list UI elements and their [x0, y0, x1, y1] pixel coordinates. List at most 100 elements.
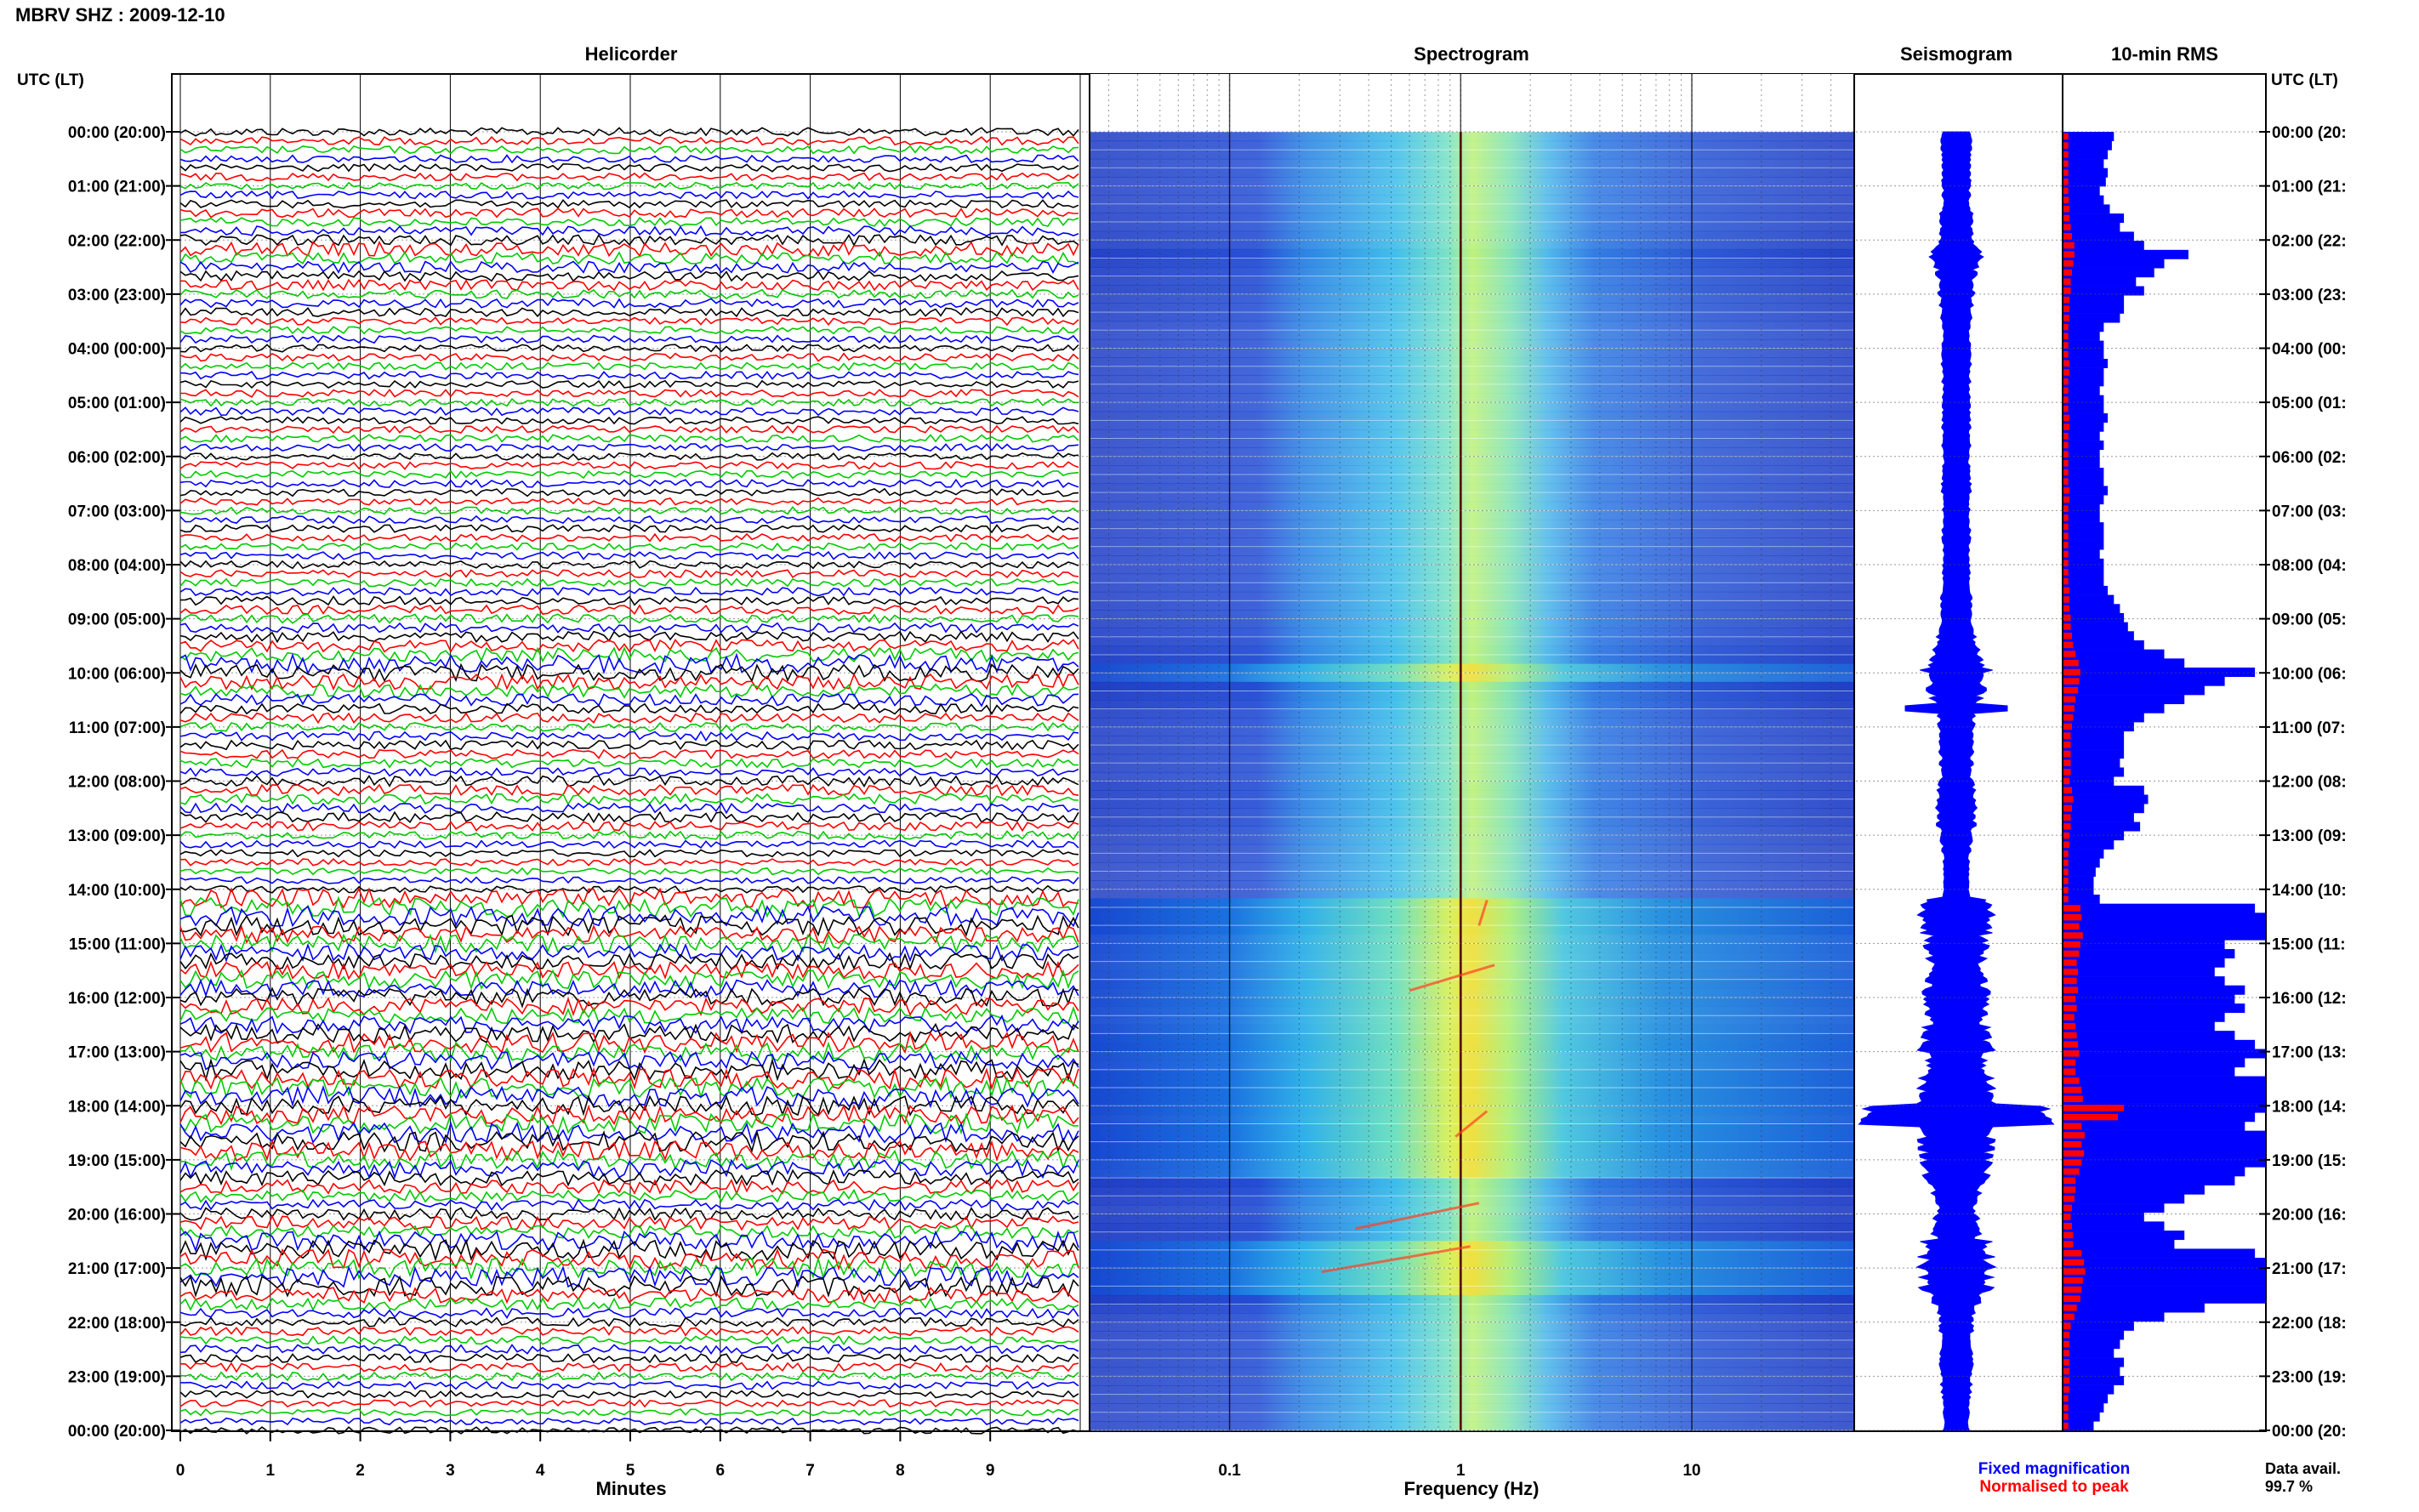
rms-fixed-bar [2063, 594, 2114, 605]
rms-normalised-bar [2063, 487, 2070, 494]
rms-normalised-bar [2063, 1214, 2071, 1220]
hour-label-right: 08:00 (04: [2272, 557, 2347, 575]
spectrogram-row [1090, 889, 1853, 899]
helicorder-trace [179, 334, 1079, 344]
spectrogram-row [1090, 1421, 1853, 1431]
helicorder-trace [179, 692, 1079, 708]
helicorder-trace [179, 673, 1079, 691]
rms-normalised-bar [2063, 651, 2076, 657]
hour-label-left: 23:00 (19:00) [68, 1368, 166, 1386]
rms-fixed-bar [2063, 1258, 2265, 1268]
spectrogram-row [1090, 537, 1853, 548]
helicorder-trace [179, 1076, 1079, 1100]
spectrogram-row [1090, 375, 1853, 385]
spectrogram-row [1090, 1249, 1853, 1260]
spectrogram-row [1090, 447, 1853, 458]
spectrogram-row [1090, 1384, 1853, 1395]
helicorder-trace [179, 586, 1079, 597]
spectrogram-panel: 0.1 1 10 [1090, 74, 1853, 1480]
helicorder-trace [179, 1066, 1079, 1091]
spectrogram-row [1090, 1186, 1853, 1197]
spectrogram-row [1090, 285, 1853, 295]
rms-fixed-bar [2063, 186, 2100, 196]
helicorder-trace [179, 767, 1079, 777]
helicorder-trace [179, 857, 1079, 867]
helicorder-trace [179, 630, 1079, 644]
hour-label-right: 18:00 (14: [2272, 1098, 2347, 1116]
rms-fixed-bar [2063, 821, 2141, 832]
helicorder-trace [179, 487, 1079, 497]
rms-normalised-bar [2063, 1123, 2082, 1130]
rms-normalised-bar [2063, 151, 2069, 158]
spectrogram-row [1090, 673, 1853, 683]
spectrogram-row [1090, 1412, 1853, 1422]
rms-fixed-bar [2063, 177, 2106, 187]
rms-fixed-bar [2063, 912, 2265, 923]
rms-normalised-bar [2063, 378, 2069, 385]
hour-label-right: 20:00 (16: [2272, 1207, 2347, 1225]
rms-normalised-bar [2063, 596, 2070, 603]
rms-normalised-bar [2063, 1231, 2074, 1239]
spectrogram-row [1090, 1268, 1853, 1278]
rms-normalised-bar [2063, 169, 2069, 176]
rms-normalised-bar [2063, 1195, 2075, 1202]
minute-tick-label: 7 [805, 1462, 815, 1480]
rms-fixed-bar [2063, 812, 2134, 822]
helicorder-trace [179, 278, 1079, 292]
seismogram-trace [1858, 131, 2055, 1431]
rms-normalised-bar [2063, 1404, 2069, 1412]
spectrogram-row [1090, 1331, 1853, 1341]
spectrogram-row [1090, 835, 1853, 845]
rms-fixed-bar [2063, 132, 2114, 141]
rms-fixed-bar [2063, 1140, 2265, 1150]
hour-label-right: 00:00 (20: [2272, 1423, 2347, 1441]
rms-fixed-bar [2063, 1412, 2100, 1422]
rms-normalised-bar [2063, 941, 2080, 948]
rms-normalised-bar [2063, 886, 2069, 894]
helicorder-trace [179, 1390, 1079, 1399]
spectrogram-row [1090, 420, 1853, 430]
helicorder-trace [179, 1225, 1079, 1240]
rms-normalised-bar [2063, 769, 2071, 776]
rms-normalised-bar [2063, 142, 2069, 149]
hour-label-right: 22:00 (18: [2272, 1315, 2347, 1333]
rms-fixed-bar [2063, 758, 2120, 768]
hour-label-left: 17:00 (13:00) [68, 1044, 166, 1062]
rms-normalised-bar [2063, 732, 2071, 739]
spectrogram-row [1090, 708, 1853, 719]
helicorder-trace [179, 1316, 1079, 1327]
rms-normalised-bar [2063, 532, 2069, 539]
spectrogram-row [1090, 248, 1853, 259]
rms-fixed-bar [2063, 940, 2225, 950]
spectrogram-row [1090, 1358, 1853, 1368]
rms-fixed-bar [2063, 685, 2205, 696]
spectrogram-row [1090, 1286, 1853, 1296]
rms-fixed-bar [2063, 331, 2100, 341]
rms-fixed-bar [2063, 612, 2125, 622]
rms-normalised-bar [2063, 196, 2069, 203]
rms-fixed-bar [2063, 495, 2104, 505]
rms-fixed-bar [2063, 1348, 2114, 1358]
spectrogram-row [1090, 158, 1853, 168]
rms-fixed-bar [2063, 1402, 2104, 1413]
spectrogram-row [1090, 880, 1853, 890]
rms-normalised-bar [2063, 1241, 2074, 1248]
spectrogram-row [1090, 330, 1853, 340]
rms-normalised-bar [2063, 1277, 2083, 1284]
rms-normalised-bar [2063, 868, 2069, 876]
helicorder-trace [179, 136, 1079, 146]
helicorder-trace [179, 914, 1079, 937]
rms-normalised-bar [2063, 632, 2072, 639]
rms-normalised-bar [2063, 705, 2075, 712]
hour-label-left: 15:00 (11:00) [69, 935, 166, 953]
rms-normalised-bar [2063, 1004, 2077, 1012]
frequency-tick-label: 10 [1682, 1462, 1700, 1480]
hour-label-right: 12:00 (08: [2272, 774, 2347, 792]
hour-label-right: 07:00 (03: [2272, 503, 2347, 520]
rms-fixed-bar [2063, 994, 2235, 1004]
spectrogram-row [1090, 519, 1853, 530]
rms-normalised-bar [2063, 360, 2070, 367]
hour-label-left: 07:00 (03:00) [68, 503, 166, 520]
rms-normalised-bar [2063, 686, 2079, 694]
hour-label-left: 10:00 (06:00) [68, 665, 166, 683]
